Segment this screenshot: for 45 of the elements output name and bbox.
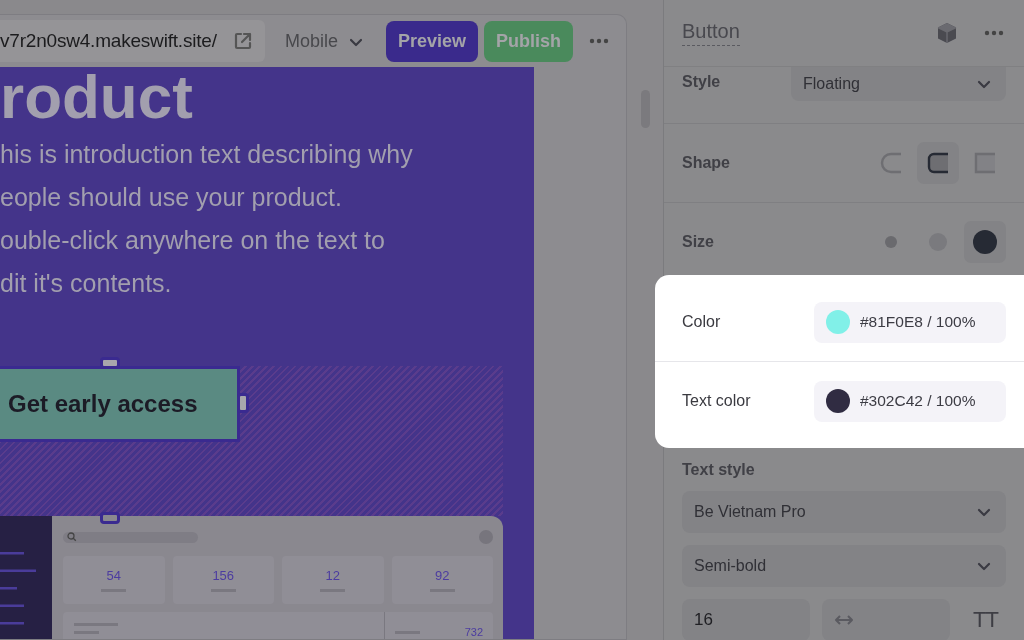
panel-title[interactable]: Button bbox=[682, 20, 740, 46]
row-value: 732 bbox=[464, 626, 483, 638]
search-field[interactable] bbox=[63, 531, 198, 543]
color-field[interactable]: #81F0E8 / 100% bbox=[814, 301, 1006, 343]
resize-handle[interactable] bbox=[237, 393, 249, 413]
shape-pill-icon bbox=[879, 151, 903, 175]
field-label: Size bbox=[682, 233, 714, 251]
intro-text-line: dit it's contents. bbox=[0, 268, 173, 299]
page-heading: roduct bbox=[0, 67, 194, 127]
field-label: Text color bbox=[682, 392, 751, 410]
dot-icon bbox=[973, 230, 997, 254]
cta-button[interactable]: Get early access bbox=[0, 366, 240, 442]
section-label: Text style bbox=[682, 461, 756, 479]
field-label: Shape bbox=[682, 154, 730, 172]
stat-value: 92 bbox=[435, 568, 450, 583]
style-dropdown[interactable]: Floating bbox=[791, 67, 1006, 101]
resize-handle[interactable] bbox=[100, 512, 120, 524]
device-dropdown[interactable]: Mobile bbox=[281, 30, 369, 52]
more-icon[interactable] bbox=[589, 37, 610, 45]
url-field[interactable]: v7r2n0sw4.makeswift.site/ bbox=[0, 20, 265, 62]
stat-value: 54 bbox=[106, 568, 121, 583]
font-weight-dropdown[interactable]: Semi-bold bbox=[682, 545, 1006, 587]
more-icon[interactable] bbox=[984, 29, 1004, 37]
shape-rounded-icon bbox=[926, 151, 950, 175]
field-label: Color bbox=[682, 313, 721, 331]
stat-value: 156 bbox=[212, 568, 235, 583]
horizontal-arrows-icon bbox=[834, 614, 854, 626]
preview-button[interactable]: Preview bbox=[386, 20, 479, 62]
size-option[interactable] bbox=[964, 221, 1006, 263]
intro-text-line: eople should use your product. bbox=[0, 182, 343, 213]
cube-icon[interactable] bbox=[936, 22, 958, 44]
shape-option[interactable] bbox=[917, 142, 959, 184]
stat-value: 12 bbox=[325, 568, 340, 583]
field-label: Style bbox=[682, 73, 721, 91]
intro-text-line: ouble-click anywhere on the text to bbox=[0, 225, 386, 256]
font-size-field[interactable]: 16 bbox=[682, 599, 810, 640]
letter-spacing-field[interactable] bbox=[822, 599, 950, 640]
font-family-dropdown[interactable]: Be Vietnam Pro bbox=[682, 491, 1006, 533]
resize-handle[interactable] bbox=[100, 357, 120, 369]
intro-text-line: his is introduction text describing why bbox=[0, 139, 414, 170]
external-link-icon[interactable] bbox=[233, 31, 253, 51]
search-icon bbox=[67, 532, 77, 542]
text-transform-toggle[interactable]: TT bbox=[973, 607, 998, 633]
color-field[interactable]: #302C42 / 100% bbox=[814, 380, 1006, 422]
dot-icon bbox=[885, 236, 897, 248]
